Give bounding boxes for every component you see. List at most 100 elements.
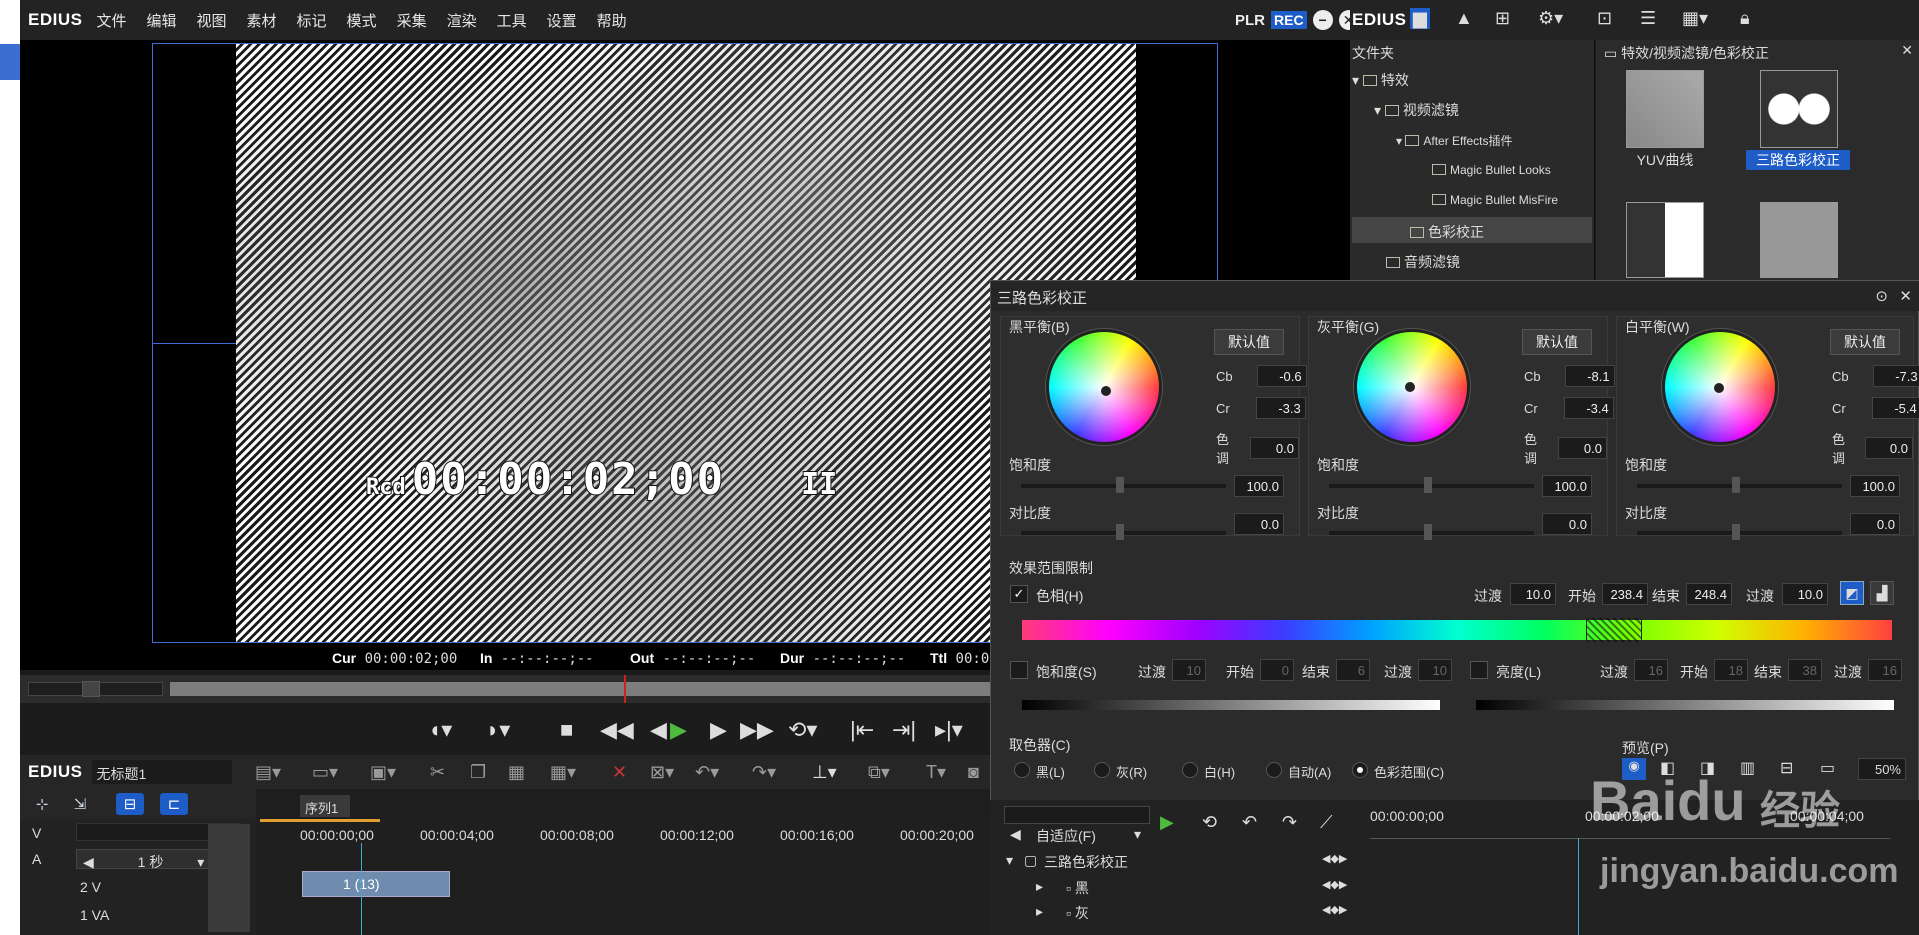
- prev-frame-icon[interactable]: ◀: [650, 717, 667, 743]
- contrast-input[interactable]: 0.0: [1850, 513, 1900, 535]
- saturation-slider[interactable]: [1329, 477, 1534, 493]
- kf-nav-icon[interactable]: ◀◆▶: [1322, 878, 1347, 891]
- cb-input[interactable]: -0.6: [1256, 365, 1307, 387]
- fit-arrow-icon[interactable]: ◀: [1010, 826, 1021, 843]
- luminance-range-checkbox[interactable]: [1470, 661, 1488, 679]
- effect-settings-icon[interactable]: ⚙▾: [1538, 8, 1563, 29]
- kf-root-checkbox[interactable]: ▢: [1024, 852, 1037, 869]
- wheel-handle[interactable]: [1405, 382, 1415, 392]
- menu-clip[interactable]: 素材: [247, 10, 277, 31]
- wheel-handle[interactable]: [1714, 383, 1724, 393]
- effect-up-icon[interactable]: ▲: [1455, 8, 1473, 29]
- insert-icon[interactable]: |⇤: [850, 717, 874, 743]
- default-button[interactable]: 默认值: [1830, 329, 1900, 355]
- position-indicator[interactable]: [624, 675, 626, 703]
- position-bar[interactable]: [170, 682, 1020, 696]
- contrast-slider[interactable]: [1637, 524, 1842, 540]
- graph-icon[interactable]: ⟋: [1320, 812, 1333, 833]
- delete-icon[interactable]: ✕: [612, 762, 627, 783]
- cr-input[interactable]: -3.4: [1563, 397, 1614, 419]
- lum-fade2-input[interactable]: 16: [1868, 659, 1902, 681]
- contrast-input[interactable]: 0.0: [1542, 513, 1592, 535]
- close-icon[interactable]: ✕: [1901, 42, 1913, 59]
- hue-end-input[interactable]: 248.4: [1686, 583, 1732, 605]
- wheel-handle[interactable]: [1101, 386, 1111, 396]
- open-icon[interactable]: ▭▾: [312, 762, 338, 783]
- play-icon[interactable]: ▶: [1160, 812, 1174, 833]
- lock-icon[interactable]: 🔒︎: [1740, 8, 1750, 29]
- expand-icon[interactable]: ▸: [1036, 903, 1043, 920]
- split-view-icon[interactable]: ⊟: [1780, 758, 1793, 778]
- add-marker-icon[interactable]: ⊥▾: [812, 762, 837, 783]
- rewind-icon[interactable]: ◀◀: [600, 717, 634, 743]
- thumbnail-view-icon[interactable]: ▦▾: [1682, 8, 1708, 29]
- tree-item-audio-filters[interactable]: 音频滤镜: [1386, 252, 1460, 272]
- hue-start-input[interactable]: 238.4: [1602, 583, 1648, 605]
- cb-input[interactable]: -8.1: [1564, 365, 1615, 387]
- yuv-curve-thumbnail[interactable]: [1626, 70, 1704, 148]
- export-icon[interactable]: ▸|▾: [935, 717, 963, 743]
- scrubber[interactable]: [20, 675, 1020, 703]
- fit-dropdown-icon[interactable]: ▾: [1134, 826, 1141, 843]
- save-icon[interactable]: ▣▾: [370, 762, 396, 783]
- gray-color-wheel[interactable]: [1354, 329, 1470, 445]
- range-display-icon[interactable]: ◩: [1840, 581, 1864, 605]
- mark-out-icon[interactable]: ◗▾: [486, 717, 510, 743]
- menu-mode[interactable]: 模式: [347, 10, 377, 31]
- plr-toggle[interactable]: PLR: [1235, 12, 1265, 29]
- lum-end-input[interactable]: 38: [1788, 659, 1822, 681]
- hue-fade2-input[interactable]: 10.0: [1782, 583, 1828, 605]
- saturation-input[interactable]: 100.0: [1542, 475, 1592, 497]
- cb-input[interactable]: -7.3: [1872, 365, 1919, 387]
- keyframe-zoom-slider[interactable]: [1004, 806, 1150, 824]
- delete-effect-icon[interactable]: ⊡: [1597, 8, 1612, 29]
- ripple-icon[interactable]: ⇲: [66, 793, 94, 815]
- sat-end-input[interactable]: 6: [1336, 659, 1370, 681]
- zoom-input[interactable]: 50%: [1858, 758, 1906, 780]
- timeline-clip[interactable]: 1 (13): [302, 871, 450, 897]
- hue-input[interactable]: 0.0: [1249, 437, 1299, 459]
- lum-fade1-input[interactable]: 16: [1634, 659, 1668, 681]
- lum-start-input[interactable]: 18: [1714, 659, 1748, 681]
- picker-auto-radio[interactable]: [1266, 762, 1282, 778]
- sat-start-input[interactable]: 0: [1260, 659, 1294, 681]
- kf-nav-icon[interactable]: ◀◆▶: [1322, 852, 1347, 865]
- default-button[interactable]: 默认值: [1522, 329, 1592, 355]
- mark-in-icon[interactable]: ◖▾: [428, 717, 452, 743]
- paste-icon[interactable]: ▦: [508, 762, 525, 783]
- title-icon[interactable]: T▾: [926, 762, 946, 783]
- picker-range-radio[interactable]: [1352, 762, 1368, 778]
- contrast-input[interactable]: 0.0: [1234, 513, 1284, 535]
- tree-item-magic-bullet-looks[interactable]: Magic Bullet Looks: [1432, 163, 1551, 177]
- kf-nav-icon[interactable]: ◀◆▶: [1322, 903, 1347, 916]
- saturation-slider[interactable]: [1637, 477, 1842, 493]
- effect-thumbnail[interactable]: [1626, 202, 1704, 278]
- menu-marker[interactable]: 标记: [297, 10, 327, 31]
- menu-file[interactable]: 文件: [96, 10, 126, 31]
- saturation-range-checkbox[interactable]: [1010, 661, 1028, 679]
- loop-icon[interactable]: ⟲: [1202, 812, 1217, 833]
- ripple-delete-icon[interactable]: ⊠▾: [650, 762, 674, 783]
- white-color-wheel[interactable]: [1662, 329, 1778, 445]
- redo-icon[interactable]: ↷▾: [752, 762, 776, 783]
- default-button[interactable]: 默认值: [1214, 329, 1284, 355]
- tree-item-video-filters[interactable]: ▾ 视频滤镜: [1374, 100, 1459, 120]
- cr-input[interactable]: -3.3: [1255, 397, 1306, 419]
- sat-fade2-input[interactable]: 10: [1418, 659, 1452, 681]
- expand-icon[interactable]: ▸: [1036, 878, 1043, 895]
- menu-render[interactable]: 渲染: [447, 10, 477, 31]
- undo-icon[interactable]: ↶: [1242, 812, 1257, 833]
- audio-icon[interactable]: ◙: [968, 762, 979, 783]
- picker-gray-radio[interactable]: [1094, 762, 1110, 778]
- scale-prev-icon[interactable]: ◀: [83, 854, 94, 870]
- hue-input[interactable]: 0.0: [1557, 437, 1607, 459]
- picker-black-radio[interactable]: [1014, 762, 1030, 778]
- redo-icon[interactable]: ↷: [1282, 812, 1297, 833]
- picker-white-radio[interactable]: [1182, 762, 1198, 778]
- tree-item-magic-bullet-misfire[interactable]: Magic Bullet MisFire: [1432, 193, 1558, 207]
- folder-view-icon[interactable]: ▆: [1410, 8, 1430, 29]
- effect-thumbnail[interactable]: [1760, 202, 1838, 278]
- kf-playhead[interactable]: [1578, 838, 1579, 935]
- transition-icon[interactable]: ⧉▾: [868, 762, 890, 783]
- sat-fade1-input[interactable]: 10: [1172, 659, 1206, 681]
